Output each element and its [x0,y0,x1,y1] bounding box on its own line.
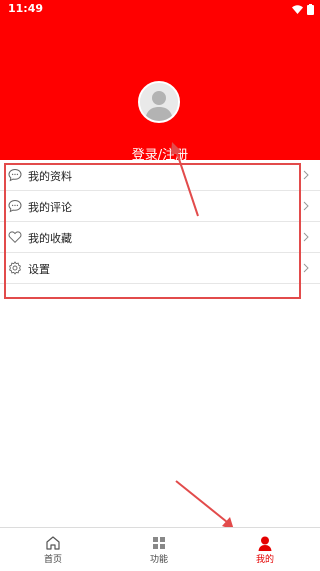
menu-item-my-comments[interactable]: 我的评论 [0,191,320,222]
nav-label: 我的 [255,555,274,565]
chevron-right-icon [303,201,309,211]
menu-item-label: 我的资料 [28,170,72,183]
annotation-arrow-mine [175,480,234,530]
chevron-right-icon [303,170,309,180]
heart-icon [8,231,22,244]
profile-header: 登录/注册 [0,18,320,163]
profile-page: 11:49 登录/注册 我的资料 我的评论 我的收藏 设置 首页 功能 我的 [0,0,320,571]
menu-item-my-profile[interactable]: 我的资料 [0,160,320,191]
nav-item-mine[interactable]: 我的 [212,528,318,571]
gear-icon [9,261,21,275]
chevron-right-icon [303,263,309,273]
avatar[interactable] [138,81,180,123]
status-time: 11:49 [8,2,44,15]
person-icon [258,536,272,551]
battery-icon [307,3,314,15]
nav-item-functions[interactable]: 功能 [106,528,212,571]
bottom-nav: 首页 功能 我的 [0,527,320,571]
menu-item-label: 我的收藏 [28,232,72,245]
chat-bubble-icon [8,199,22,213]
nav-label: 首页 [43,555,62,565]
status-icons [292,3,314,15]
nav-label: 功能 [149,555,168,565]
wifi-icon [292,4,303,14]
avatar-placeholder-icon [140,83,178,121]
chevron-right-icon [303,232,309,242]
status-bar: 11:49 [0,0,320,18]
chat-bubble-icon [8,168,22,182]
grid-icon [153,537,165,549]
menu-item-my-favorites[interactable]: 我的收藏 [0,222,320,253]
profile-menu: 我的资料 我的评论 我的收藏 设置 [0,160,320,284]
menu-item-settings[interactable]: 设置 [0,253,320,284]
nav-item-home[interactable]: 首页 [0,528,106,571]
menu-item-label: 设置 [28,263,50,276]
menu-item-label: 我的评论 [28,201,72,214]
home-icon [46,536,60,550]
